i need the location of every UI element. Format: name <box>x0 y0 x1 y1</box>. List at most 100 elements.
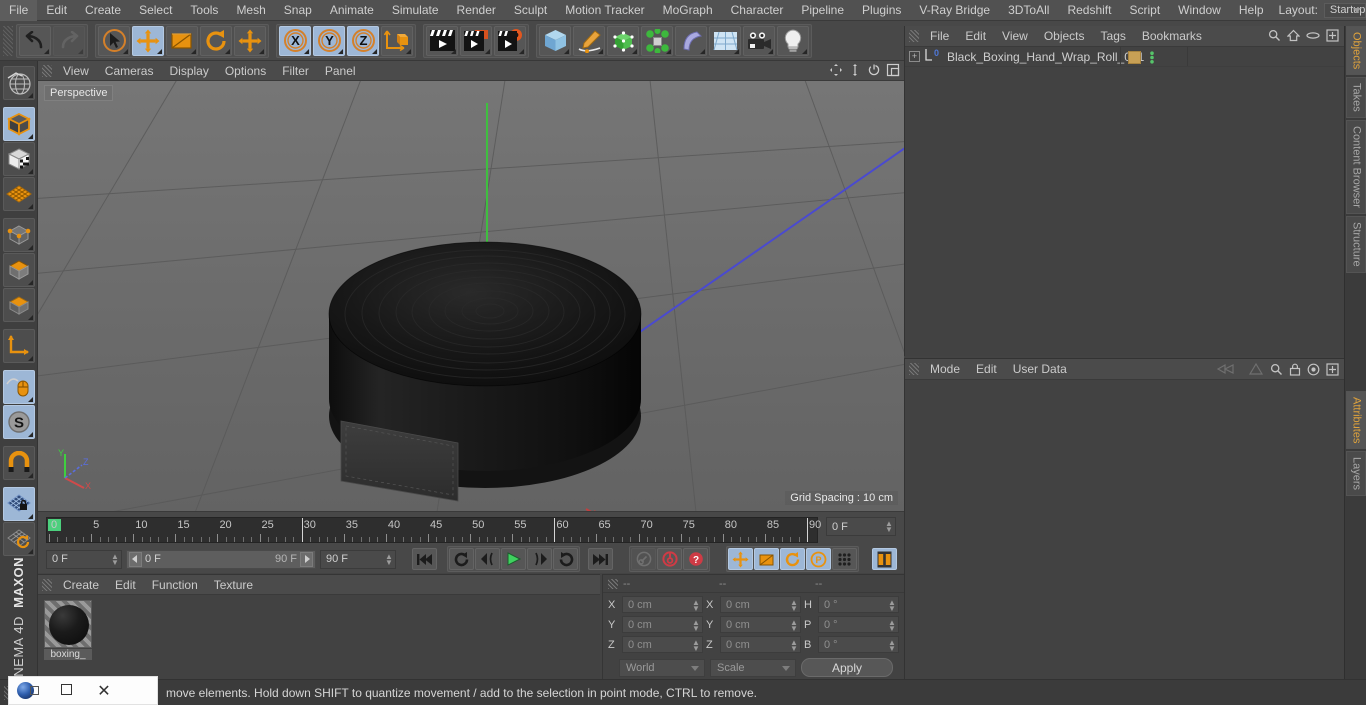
rotate-view-icon[interactable] <box>867 63 881 81</box>
submenu-corner-icon[interactable] <box>519 48 524 54</box>
rotation-field[interactable]: 0 ° ▲ ▼ <box>818 616 899 633</box>
keyframe-selection-button[interactable]: ? <box>683 548 708 570</box>
object-manager-row[interactable]: + 0 Black_Boxing_Hand_Wrap_Roll_001 <box>905 47 1344 67</box>
lock-z-axis[interactable]: Z <box>347 25 379 56</box>
ellipse-icon[interactable] <box>1306 29 1320 45</box>
object-menu-view[interactable]: View <box>994 26 1036 47</box>
object-menu-bookmarks[interactable]: Bookmarks <box>1134 26 1210 47</box>
add-deformer-button[interactable] <box>675 25 707 56</box>
search-icon[interactable] <box>1270 363 1283 379</box>
submenu-corner-icon[interactable] <box>564 48 569 54</box>
pla-key-toggle[interactable]: P <box>806 548 831 570</box>
vtab-content-browser[interactable]: Content Browser <box>1345 120 1366 214</box>
size-field[interactable]: 0 cm ▲ ▼ <box>720 616 801 633</box>
menu-item-v-ray-bridge[interactable]: V-Ray Bridge <box>910 0 999 21</box>
submenu-corner-icon[interactable] <box>27 245 33 251</box>
workplane-rotate[interactable] <box>2 522 35 557</box>
stepper-icon[interactable]: ▲ ▼ <box>385 552 393 567</box>
menu-item-help[interactable]: Help <box>1230 0 1273 21</box>
redo-button[interactable] <box>53 25 85 56</box>
stepper-icon[interactable]: ▲ ▼ <box>888 619 896 633</box>
submenu-corner-icon[interactable] <box>632 48 637 54</box>
stepper-icon[interactable]: ▲ ▼ <box>692 639 700 653</box>
stepper-icon[interactable]: ▲ ▼ <box>885 520 893 534</box>
undo-button[interactable] <box>19 25 51 56</box>
texture-mode-tool[interactable] <box>2 142 35 177</box>
attribute-menu-edit[interactable]: Edit <box>968 359 1005 380</box>
submenu-corner-icon[interactable] <box>372 48 377 54</box>
viewport-menu-view[interactable]: View <box>55 61 97 81</box>
submenu-corner-icon[interactable] <box>27 514 33 520</box>
render-settings-button[interactable] <box>494 25 526 56</box>
submenu-corner-icon[interactable] <box>338 48 343 54</box>
submenu-corner-icon[interactable] <box>27 315 33 321</box>
vtab-objects[interactable]: Objects <box>1345 26 1366 76</box>
submenu-corner-icon[interactable] <box>27 356 33 362</box>
time-range-bar[interactable]: 0 F 90 F <box>126 549 316 569</box>
submenu-corner-icon[interactable] <box>27 134 33 140</box>
submenu-corner-icon[interactable] <box>451 48 456 54</box>
range-left-handle[interactable] <box>129 551 142 567</box>
plus-box-icon[interactable] <box>1326 362 1339 379</box>
pan-icon[interactable] <box>829 63 843 81</box>
submenu-corner-icon[interactable] <box>27 280 33 286</box>
step-forward-button[interactable] <box>527 548 552 570</box>
menu-item-mograph[interactable]: MoGraph <box>654 0 722 21</box>
menu-item-simulate[interactable]: Simulate <box>383 0 448 21</box>
coordinate-system-select[interactable]: World <box>619 658 705 677</box>
polygons-mode-tool[interactable] <box>2 288 35 323</box>
stepper-icon[interactable]: ▲ ▼ <box>888 639 896 653</box>
edges-mode-tool[interactable] <box>2 253 35 288</box>
submenu-corner-icon[interactable] <box>44 48 49 54</box>
model-mode-tool[interactable] <box>2 107 35 142</box>
vtab-structure[interactable]: Structure <box>1345 215 1366 273</box>
menu-item-3dtoall[interactable]: 3DToAll <box>999 0 1058 21</box>
submenu-corner-icon[interactable] <box>123 48 128 54</box>
back-nav-icon[interactable] <box>1216 362 1242 379</box>
submenu-corner-icon[interactable] <box>304 48 309 54</box>
submenu-corner-icon[interactable] <box>700 48 705 54</box>
submenu-corner-icon[interactable] <box>598 48 603 54</box>
previous-keyframe-button[interactable] <box>449 548 474 570</box>
start-frame-field[interactable]: 0 F ▲ ▼ <box>46 549 122 569</box>
menu-item-pipeline[interactable]: Pipeline <box>792 0 853 21</box>
menu-item-tools[interactable]: Tools <box>181 0 227 21</box>
search-icon[interactable] <box>1268 29 1281 45</box>
object-menu-file[interactable]: File <box>922 26 957 47</box>
position-field[interactable]: 0 cm ▲ ▼ <box>622 636 703 653</box>
submenu-corner-icon[interactable] <box>27 432 33 438</box>
move-tool-alt[interactable] <box>234 25 266 56</box>
enable-axis-modification[interactable] <box>2 370 35 405</box>
stepper-icon[interactable]: ▲ ▼ <box>111 552 119 567</box>
viewport-grip[interactable] <box>42 64 52 77</box>
add-environment-button[interactable] <box>709 25 741 56</box>
go-to-start-button[interactable] <box>412 548 437 570</box>
toolbar-grip[interactable] <box>3 25 13 56</box>
stepper-icon[interactable]: ▲ ▼ <box>790 599 798 613</box>
material-swatch[interactable] <box>44 600 92 648</box>
soft-selection-tool[interactable]: S <box>2 405 35 440</box>
add-generator-button[interactable] <box>607 25 639 56</box>
parameter-key-toggle[interactable] <box>832 548 857 570</box>
expand-toggle-icon[interactable]: + <box>909 51 920 62</box>
menu-item-sculpt[interactable]: Sculpt <box>505 0 556 21</box>
live-selection-tool[interactable] <box>98 25 130 56</box>
submenu-corner-icon[interactable] <box>225 48 230 54</box>
material-manager-grip[interactable] <box>42 578 52 591</box>
material-menu-create[interactable]: Create <box>55 575 107 595</box>
add-light-button[interactable] <box>777 25 809 56</box>
menu-item-redshift[interactable]: Redshift <box>1058 0 1120 21</box>
object-menu-tags[interactable]: Tags <box>1093 26 1134 47</box>
submenu-corner-icon[interactable] <box>406 48 411 54</box>
apply-button[interactable]: Apply <box>801 658 893 677</box>
size-field[interactable]: 0 cm ▲ ▼ <box>720 596 801 613</box>
object-menu-objects[interactable]: Objects <box>1036 26 1093 47</box>
viewport-menu-filter[interactable]: Filter <box>274 61 317 81</box>
menu-item-edit[interactable]: Edit <box>37 0 76 21</box>
material-item[interactable]: boxing_ <box>44 600 92 660</box>
material-menu-edit[interactable]: Edit <box>107 575 144 595</box>
submenu-corner-icon[interactable] <box>802 48 807 54</box>
rotation-field[interactable]: 0 ° ▲ ▼ <box>818 596 899 613</box>
perspective-viewport[interactable]: Perspective Grid Spacing : 10 cm Y X Z <box>38 81 904 511</box>
coordinate-mode-select[interactable]: Scale <box>710 658 796 677</box>
